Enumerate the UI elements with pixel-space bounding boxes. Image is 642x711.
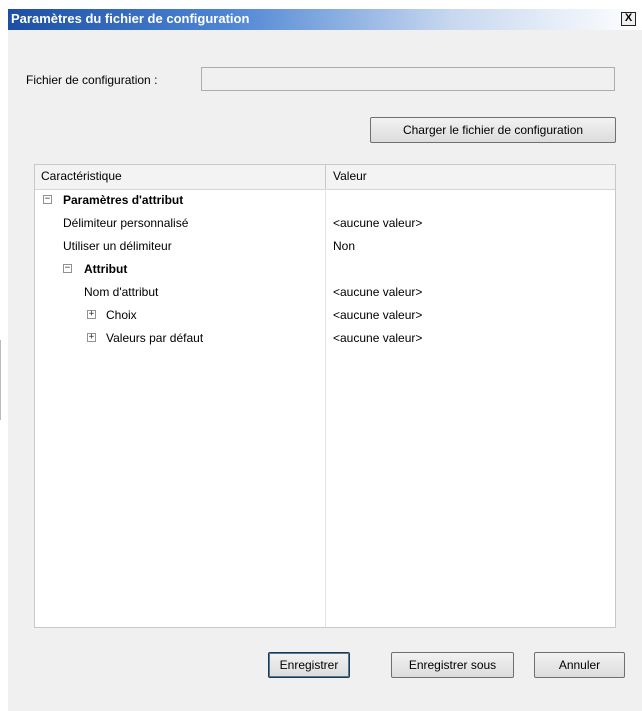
grid-row-choices[interactable]: + Choix <aucune valeur> — [35, 304, 615, 327]
grid-row-attribute[interactable]: − Attribut — [35, 258, 615, 281]
grid-row-attribute-parameters[interactable]: − Paramètres d'attribut — [35, 189, 615, 212]
dialog-title: Paramètres du fichier de configuration — [11, 11, 250, 26]
grid-row-label: Paramètres d'attribut — [63, 193, 184, 207]
grid-row-value[interactable]: <aucune valeur> — [333, 308, 422, 322]
expand-icon[interactable]: + — [87, 333, 96, 342]
grid-row-label: Nom d'attribut — [84, 285, 159, 299]
close-button[interactable]: X — [621, 12, 636, 26]
config-file-label: Fichier de configuration : — [26, 73, 158, 87]
cancel-button[interactable]: Annuler — [534, 652, 625, 678]
save-as-button[interactable]: Enregistrer sous — [391, 652, 514, 678]
grid-row-default-values[interactable]: + Valeurs par défaut <aucune valeur> — [35, 327, 615, 350]
collapse-icon[interactable]: − — [43, 195, 52, 204]
expand-icon[interactable]: + — [87, 310, 96, 319]
config-file-input[interactable] — [201, 67, 615, 91]
grid-row-label: Utiliser un délimiteur — [63, 239, 172, 253]
column-header-property[interactable]: Caractéristique — [41, 169, 122, 183]
property-grid: Caractéristique Valeur − Paramètres d'at… — [34, 164, 616, 628]
collapse-icon[interactable]: − — [63, 264, 72, 273]
grid-row-use-delimiter[interactable]: Utiliser un délimiteur Non — [35, 235, 615, 258]
grid-row-attribute-name[interactable]: Nom d'attribut <aucune valeur> — [35, 281, 615, 304]
grid-row-label: Attribut — [84, 262, 128, 276]
save-button[interactable]: Enregistrer — [268, 652, 350, 678]
left-edge-marker — [0, 340, 4, 420]
close-icon: X — [624, 12, 633, 24]
load-config-button[interactable]: Charger le fichier de configuration — [370, 117, 616, 143]
grid-row-value[interactable]: <aucune valeur> — [333, 216, 422, 230]
grid-row-value[interactable]: <aucune valeur> — [333, 331, 422, 345]
grid-row-label: Valeurs par défaut — [106, 331, 204, 345]
title-bar: Paramètres du fichier de configuration X — [8, 9, 642, 30]
grid-row-label: Choix — [106, 308, 137, 322]
grid-row-value[interactable]: <aucune valeur> — [333, 285, 422, 299]
column-header-value[interactable]: Valeur — [333, 169, 367, 183]
grid-row-custom-delimiter[interactable]: Délimiteur personnalisé <aucune valeur> — [35, 212, 615, 235]
config-dialog: Paramètres du fichier de configuration X… — [8, 9, 642, 711]
grid-row-label: Délimiteur personnalisé — [63, 216, 189, 230]
grid-row-value[interactable]: Non — [333, 239, 355, 253]
header-separator[interactable] — [325, 165, 326, 189]
